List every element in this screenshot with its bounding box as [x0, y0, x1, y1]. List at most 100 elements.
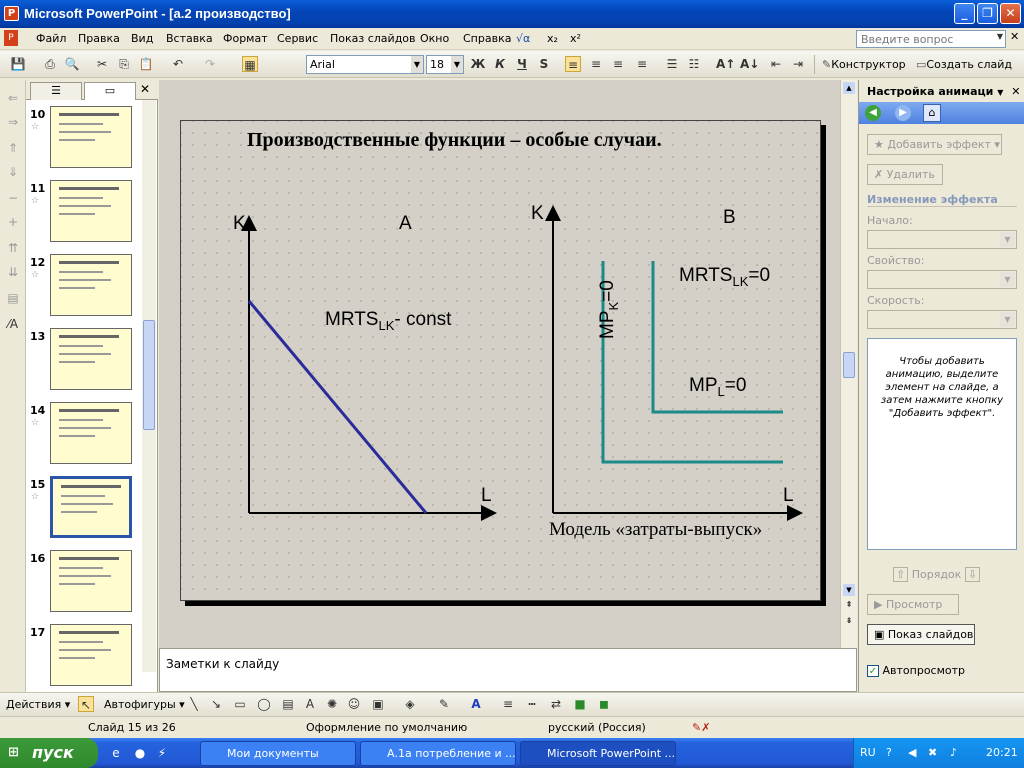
designer-button[interactable]: ✎Конструктор — [822, 58, 906, 71]
align-center-icon[interactable]: ≡ — [588, 56, 604, 72]
close-doc-icon[interactable]: ✕ — [1010, 30, 1019, 43]
save-icon[interactable]: 💾 — [10, 56, 26, 72]
move-up-icon[interactable]: ⇑ — [5, 140, 21, 156]
wordart-icon[interactable]: A — [302, 696, 318, 712]
expand-icon[interactable]: + — [5, 214, 21, 230]
graph-b-mpl-label[interactable]: MPL=0 — [689, 375, 746, 399]
bullets-icon[interactable]: ☷ — [686, 56, 702, 72]
quicklaunch-ie-icon[interactable]: e — [108, 745, 124, 761]
copy-icon[interactable]: ⎘ — [116, 56, 132, 72]
slide-thumbnail[interactable] — [50, 328, 132, 390]
rectangle-icon[interactable]: ▭ — [232, 696, 248, 712]
maximize-button[interactable]: ❐ — [977, 3, 998, 24]
align-right-icon[interactable]: ≡ — [610, 56, 626, 72]
speed-select[interactable]: ▼ — [867, 310, 1017, 329]
slide-thumbnail[interactable] — [50, 402, 132, 464]
graph-b-mrts-label[interactable]: MRTSLK=0 — [679, 265, 770, 289]
menu-slideshow[interactable]: Показ слайдов — [330, 32, 416, 45]
picture-icon[interactable]: ▣ — [370, 696, 386, 712]
increase-indent-icon[interactable]: ⇥ — [790, 56, 806, 72]
reorder-control[interactable]: ⇧ Порядок ⇩ — [893, 567, 981, 582]
preview-button[interactable]: ▶ Просмотр — [867, 594, 959, 615]
animation-list[interactable]: Чтобы добавить анимацию, выделите элемен… — [867, 338, 1017, 550]
question-input[interactable]: Введите вопрос ▼ — [856, 30, 1006, 48]
font-size-select[interactable]: 18 ▼ — [426, 55, 464, 74]
volume-icon[interactable]: ♪ — [950, 746, 957, 759]
menu-window[interactable]: Окно — [420, 32, 449, 45]
grid-icon[interactable]: ▦ — [242, 56, 258, 72]
start-button[interactable]: ⊞ пуск — [0, 738, 98, 768]
shadow-style-icon[interactable]: ■ — [572, 696, 588, 712]
graph-b[interactable] — [545, 205, 803, 521]
cut-icon[interactable]: ✂ — [94, 56, 110, 72]
slideshow-button[interactable]: ▣ Показ слайдов — [867, 624, 975, 645]
forward-icon[interactable]: ▶ — [895, 105, 911, 121]
numbering-icon[interactable]: ☰ — [664, 56, 680, 72]
slide-thumbnail[interactable] — [50, 180, 132, 242]
graph-b-mpk-label[interactable]: MPK=0 — [597, 249, 621, 339]
input-output-caption[interactable]: Модель «затраты-выпуск» — [549, 519, 762, 541]
menu-edit[interactable]: Правка — [78, 32, 120, 45]
menu-format[interactable]: Формат — [223, 32, 268, 45]
slide-canvas[interactable]: Производственные функции – особые случаи… — [180, 120, 821, 601]
thumbnail-scrollbar[interactable] — [142, 100, 156, 672]
delete-effect-button[interactable]: ✗ Удалить — [867, 164, 943, 185]
slide-thumbnail[interactable] — [50, 476, 132, 538]
undo-icon[interactable]: ↶ — [170, 56, 186, 72]
document-icon[interactable]: P — [4, 30, 18, 46]
collapse-all-icon[interactable]: ⇈ — [5, 240, 21, 256]
fill-color-icon[interactable]: ◈ — [402, 696, 418, 712]
align-left-icon[interactable]: ≡ — [565, 56, 581, 72]
new-slide-button[interactable]: ▭Создать слайд — [916, 58, 1012, 71]
clipart-icon[interactable]: ☺ — [346, 696, 362, 712]
slide-thumbnail[interactable] — [50, 106, 132, 168]
font-color-icon[interactable]: A — [468, 696, 484, 712]
close-pane-icon[interactable]: ✕ — [140, 82, 150, 96]
shadow-button[interactable]: S — [536, 56, 552, 72]
justify-icon[interactable]: ≡ — [634, 56, 650, 72]
back-icon[interactable]: ◀ — [865, 105, 881, 121]
task-word-document[interactable]: А.1а потребление и ... — [360, 741, 516, 766]
dash-style-icon[interactable]: ┅ — [524, 696, 540, 712]
expand-all-icon[interactable]: ⇊ — [5, 264, 21, 280]
italic-button[interactable]: К — [492, 56, 508, 72]
menu-help[interactable]: Справка — [463, 32, 511, 45]
antivirus-icon[interactable]: ✖ — [928, 746, 937, 759]
line-icon[interactable]: ╲ — [186, 696, 202, 712]
demote-icon[interactable]: ⇒ — [5, 114, 21, 130]
task-powerpoint[interactable]: Microsoft PowerPoint ... — [520, 741, 676, 766]
preview-icon[interactable]: 🔍 — [64, 56, 80, 72]
graph-a[interactable] — [241, 215, 497, 521]
underline-button[interactable]: Ч — [514, 56, 530, 72]
spelling-icon[interactable]: ✎✗ — [692, 721, 710, 734]
tab-slides[interactable]: ▭ — [84, 82, 136, 100]
paste-icon[interactable]: 📋 — [138, 56, 154, 72]
3d-style-icon[interactable]: ◼ — [596, 696, 612, 712]
superscript-icon[interactable]: x² — [570, 32, 581, 45]
keyboard-language[interactable]: RU — [860, 746, 876, 759]
actions-menu[interactable]: Действия ▾ — [6, 698, 70, 711]
task-my-documents[interactable]: Мои документы — [200, 741, 356, 766]
quicklaunch-app-icon[interactable]: ⚡ — [154, 745, 170, 761]
collapse-icon[interactable]: − — [5, 190, 21, 206]
graph-a-mrts-label[interactable]: MRTSLK- const — [325, 309, 451, 333]
slide-thumbnail[interactable] — [50, 550, 132, 612]
diagram-icon[interactable]: ✺ — [324, 696, 340, 712]
textbox-icon[interactable]: ▤ — [280, 696, 296, 712]
oval-icon[interactable]: ◯ — [256, 696, 272, 712]
close-button[interactable]: ✕ — [1000, 3, 1021, 24]
home-icon[interactable]: ⌂ — [923, 104, 941, 122]
summary-slide-icon[interactable]: ▤ — [5, 290, 21, 306]
autoshapes-menu[interactable]: Автофигуры ▾ — [104, 698, 185, 711]
tab-outline[interactable]: ☰ — [30, 82, 82, 100]
quicklaunch-opera-icon[interactable]: ● — [132, 745, 148, 761]
tray-arrow-icon[interactable]: ◀ — [908, 746, 916, 759]
promote-icon[interactable]: ⇐ — [5, 90, 21, 106]
arrow-style-icon[interactable]: ⇄ — [548, 696, 564, 712]
start-select[interactable]: ▼ — [867, 230, 1017, 249]
arrow-icon[interactable]: ↘ — [208, 696, 224, 712]
line-color-icon[interactable]: ✎ — [436, 696, 452, 712]
redo-icon[interactable]: ↷ — [202, 56, 218, 72]
slide-thumbnail[interactable] — [50, 254, 132, 316]
property-select[interactable]: ▼ — [867, 270, 1017, 289]
